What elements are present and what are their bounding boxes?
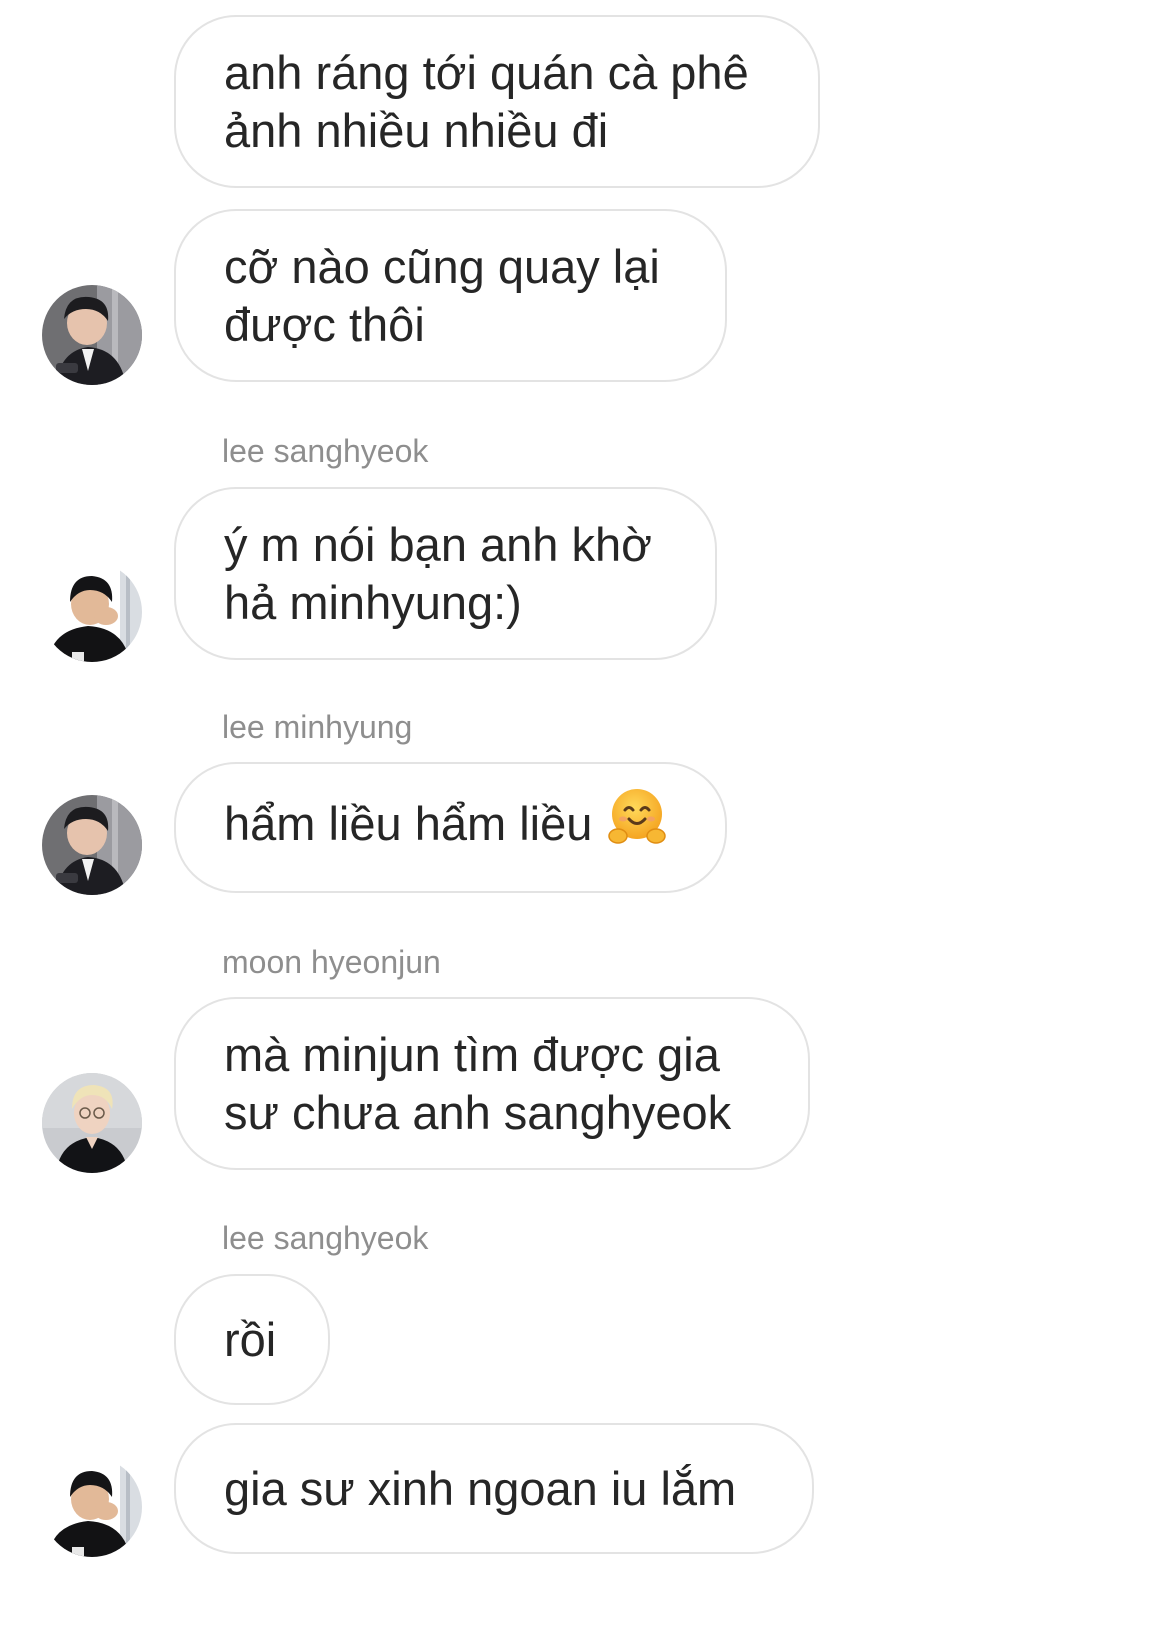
sender-name: lee minhyung bbox=[222, 709, 413, 745]
message-bubble[interactable]: hẩm liều hẩm liều bbox=[174, 762, 727, 893]
message-text: rồi bbox=[224, 1312, 277, 1366]
avatar-moon-hyeonjun[interactable] bbox=[42, 1073, 142, 1173]
message-text: ý m nói bạn anh khờ hả minhyung:) bbox=[224, 517, 652, 629]
message-text: anh ráng tới quán cà phê ảnh nhiều nhiều… bbox=[224, 45, 749, 157]
message-bubble[interactable]: anh ráng tới quán cà phê ảnh nhiều nhiều… bbox=[174, 15, 820, 188]
message-bubble[interactable]: mà minjun tìm được gia sư chưa anh sangh… bbox=[174, 997, 810, 1170]
avatar-lee-sanghyeok[interactable] bbox=[42, 562, 142, 662]
message-bubble[interactable]: gia sư xinh ngoan iu lắm bbox=[174, 1423, 814, 1554]
message-text: gia sư xinh ngoan iu lắm bbox=[224, 1461, 737, 1515]
message-bubble[interactable]: rồi bbox=[174, 1274, 330, 1405]
message-text: hẩm liều hẩm liều bbox=[224, 789, 668, 861]
sender-name: lee sanghyeok bbox=[222, 1220, 429, 1256]
hugging-face-emoji bbox=[606, 786, 668, 861]
message-bubble[interactable]: ý m nói bạn anh khờ hả minhyung:) bbox=[174, 487, 717, 660]
sender-name: lee sanghyeok bbox=[222, 433, 429, 469]
avatar-lee-minhyung[interactable] bbox=[42, 285, 142, 385]
sender-name: moon hyeonjun bbox=[222, 944, 441, 980]
message-bubble[interactable]: cỡ nào cũng quay lại được thôi bbox=[174, 209, 727, 382]
avatar-lee-sanghyeok[interactable] bbox=[42, 1457, 142, 1557]
message-text: mà minjun tìm được gia sư chưa anh sangh… bbox=[224, 1027, 732, 1139]
avatar-lee-minhyung[interactable] bbox=[42, 795, 142, 895]
message-text: cỡ nào cũng quay lại được thôi bbox=[224, 239, 660, 351]
